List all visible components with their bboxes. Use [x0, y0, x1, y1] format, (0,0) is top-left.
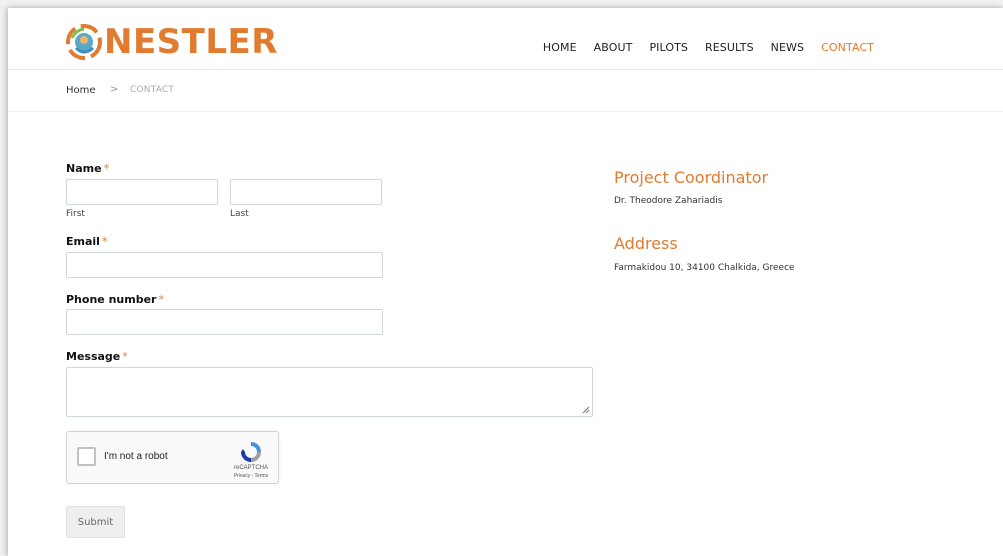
address-text: Farmakidou 10, 34100 Chalkida, Greece [614, 263, 795, 273]
message-label-text: Message [66, 350, 121, 363]
required-mark: * [122, 350, 128, 363]
coordinator-name: Dr. Theodore Zahariadis [614, 196, 723, 206]
email-input[interactable] [66, 252, 383, 278]
recaptcha-label: I'm not a robot [104, 451, 168, 462]
nestler-logo-icon [66, 24, 102, 60]
site-logo[interactable]: NESTLER [66, 22, 278, 62]
nav-home[interactable]: HOME [543, 41, 577, 54]
nav-news[interactable]: NEWS [771, 41, 804, 54]
required-mark: * [158, 293, 164, 306]
email-label-text: Email [66, 235, 100, 248]
nav-contact[interactable]: CONTACT [821, 41, 874, 54]
page: NESTLER HOME ABOUT PILOTS RESULTS NEWS C… [8, 8, 1003, 556]
first-sublabel: First [66, 209, 85, 219]
breadcrumb-home-link[interactable]: Home [66, 85, 96, 96]
recaptcha-terms-link[interactable]: Privacy - Terms [229, 473, 273, 479]
phone-input[interactable] [66, 309, 383, 335]
message-label: Message * [66, 350, 128, 363]
recaptcha-brand: reCAPTCHA [233, 465, 268, 471]
breadcrumb-current: CONTACT [130, 85, 175, 95]
email-label: Email * [66, 235, 107, 248]
submit-button[interactable]: Submit [66, 506, 125, 538]
site-header: NESTLER HOME ABOUT PILOTS RESULTS NEWS C… [8, 8, 1003, 70]
address-title: Address [614, 234, 678, 253]
recaptcha-logo-icon [241, 442, 261, 462]
nav-results[interactable]: RESULTS [705, 41, 754, 54]
phone-label: Phone number * [66, 293, 164, 306]
nav-about[interactable]: ABOUT [594, 41, 633, 54]
phone-label-text: Phone number [66, 293, 157, 306]
resize-grip-icon[interactable] [582, 406, 590, 414]
main-nav: HOME ABOUT PILOTS RESULTS NEWS CONTACT [543, 41, 874, 54]
brand-name: NESTLER [104, 22, 278, 62]
required-mark: * [103, 162, 110, 175]
last-name-input[interactable] [230, 179, 382, 205]
name-label: Name * [66, 162, 109, 175]
first-name-input[interactable] [66, 179, 218, 205]
nav-pilots[interactable]: PILOTS [649, 41, 688, 54]
required-mark: * [101, 235, 108, 248]
recaptcha-widget: I'm not a robot reCAPTCHA Privacy - Term… [66, 431, 279, 484]
last-sublabel: Last [230, 209, 249, 219]
breadcrumb: Home > CONTACT [8, 71, 1003, 112]
coordinator-title: Project Coordinator [614, 168, 769, 187]
breadcrumb-separator: > [110, 84, 119, 95]
message-textarea[interactable] [66, 367, 593, 417]
recaptcha-checkbox[interactable] [77, 447, 96, 466]
name-label-text: Name [66, 162, 102, 175]
